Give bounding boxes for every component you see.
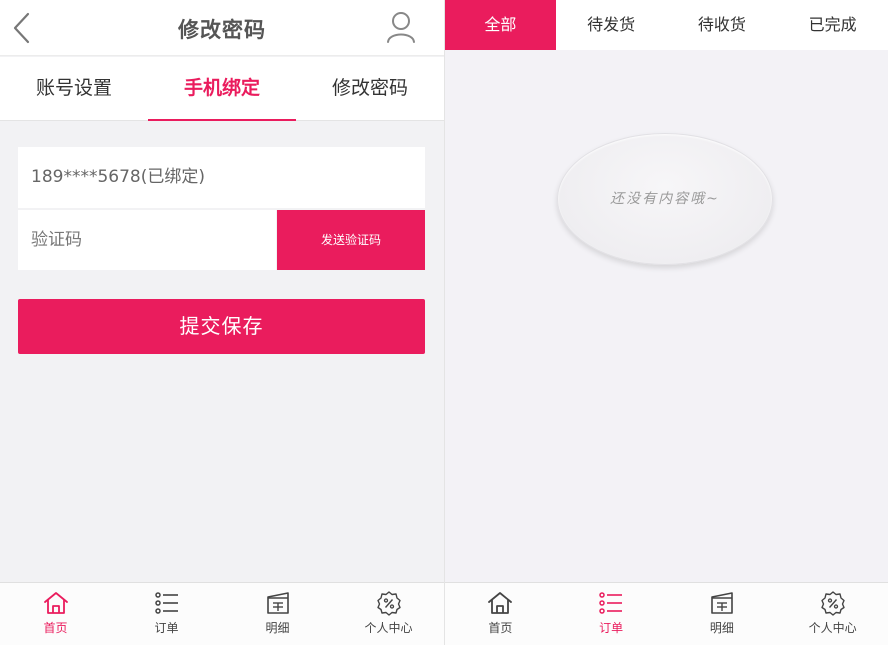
nav-item-details[interactable]: 明细 xyxy=(222,583,333,645)
tab-account-settings[interactable]: 账号设置 xyxy=(0,57,148,120)
nav-item-orders[interactable]: 订单 xyxy=(556,583,667,645)
list-icon xyxy=(154,592,178,614)
phone-field: 189****5678(已绑定) xyxy=(18,147,425,208)
bottom-nav: 首页 订单 明细 个人中心 xyxy=(445,582,888,645)
page-title: 修改密码 xyxy=(178,18,266,42)
tab-all[interactable]: 全部 xyxy=(445,0,556,50)
settings-tabs: 账号设置 手机绑定 修改密码 xyxy=(0,57,444,121)
nav-label-profile: 个人中心 xyxy=(808,621,857,635)
user-button[interactable] xyxy=(386,10,416,44)
nav-label-profile: 个人中心 xyxy=(364,621,413,635)
account-screen: 修改密码 账号设置 手机绑定 修改密码 189****5678(已绑定) 发送验… xyxy=(0,0,444,645)
nav-item-home[interactable]: 首页 xyxy=(445,583,556,645)
detail-icon xyxy=(711,592,733,614)
settings-icon xyxy=(820,591,845,616)
nav-item-profile[interactable]: 个人中心 xyxy=(333,583,444,645)
tab-pending-receipt[interactable]: 待收货 xyxy=(667,0,778,50)
bottom-nav: 首页 订单 明细 个人中心 xyxy=(0,582,444,645)
nav-item-details[interactable]: 明细 xyxy=(667,583,778,645)
detail-icon xyxy=(266,592,289,614)
tab-pending-shipment[interactable]: 待发货 xyxy=(556,0,667,50)
order-tabs: 全部 待发货 待收货 已完成 xyxy=(445,0,888,50)
nav-label-details: 明细 xyxy=(265,621,290,635)
tab-phone-binding[interactable]: 手机绑定 xyxy=(148,57,296,121)
settings-icon xyxy=(376,591,401,616)
nav-item-profile[interactable]: 个人中心 xyxy=(777,583,888,645)
send-code-button[interactable]: 发送验证码 xyxy=(277,210,425,270)
orders-screen: 全部 待发货 待收货 已完成 还没有内容哦~ 首页 订单 明细 个人中心 xyxy=(445,0,888,645)
nav-item-orders[interactable]: 订单 xyxy=(111,583,222,645)
nav-label-home: 首页 xyxy=(43,621,68,635)
tab-completed[interactable]: 已完成 xyxy=(777,0,888,50)
home-icon xyxy=(488,592,513,614)
nav-label-orders: 订单 xyxy=(154,621,179,635)
nav-label-home: 首页 xyxy=(488,621,513,635)
user-icon xyxy=(387,12,415,43)
empty-message: 还没有内容哦~ xyxy=(610,191,720,207)
empty-state: 还没有内容哦~ xyxy=(557,133,773,265)
verification-code-input[interactable] xyxy=(18,210,276,270)
nav-label-orders: 订单 xyxy=(599,621,624,635)
submit-button[interactable]: 提交保存 xyxy=(18,299,425,354)
nav-item-home[interactable]: 首页 xyxy=(0,583,111,645)
nav-label-details: 明细 xyxy=(709,621,734,635)
list-icon xyxy=(599,592,623,614)
home-icon xyxy=(43,592,68,614)
tab-change-password[interactable]: 修改密码 xyxy=(296,57,444,120)
app-header: 修改密码 xyxy=(0,0,444,56)
